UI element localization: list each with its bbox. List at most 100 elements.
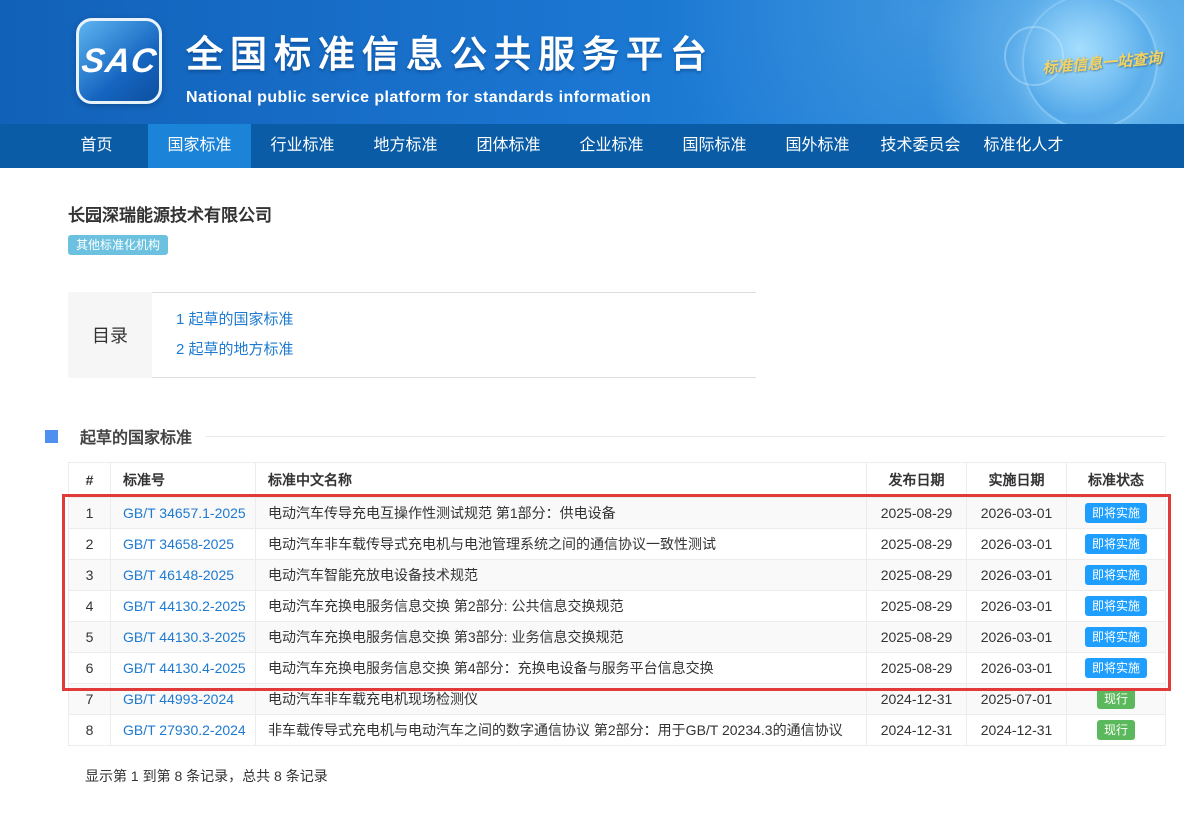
company-name: 长园深瑞能源技术有限公司 <box>68 205 1165 226</box>
status-badge: 即将实施 <box>1085 658 1147 678</box>
nav-item-international-standard[interactable]: 国际标准 <box>663 124 766 168</box>
nav-item-industry-standard[interactable]: 行业标准 <box>251 124 354 168</box>
cell-index: 1 <box>69 498 111 529</box>
page: SAC 全国标准信息公共服务平台 National public service… <box>0 0 1184 786</box>
table-row: 4 GB/T 44130.2-2025 电动汽车充换电服务信息交换 第2部分: 公共… <box>69 591 1166 622</box>
cell-code: GB/T 44130.4-2025 <box>111 653 256 684</box>
cell-status: 即将实施 <box>1067 529 1166 560</box>
cell-index: 4 <box>69 591 111 622</box>
cell-implement-date: 2026-03-01 <box>967 591 1067 622</box>
nav-item-group-standard[interactable]: 团体标准 <box>457 124 560 168</box>
cell-implement-date: 2026-03-01 <box>967 622 1067 653</box>
cell-code: GB/T 27930.2-2024 <box>111 715 256 746</box>
sac-logo-text: SAC <box>79 42 159 81</box>
nav-item-foreign-standard[interactable]: 国外标准 <box>766 124 869 168</box>
toc-links: 1 起草的国家标准2 起草的地方标准 <box>152 292 756 378</box>
column-header-index: # <box>69 463 111 498</box>
cell-status: 即将实施 <box>1067 498 1166 529</box>
site-subtitle: National public service platform for sta… <box>186 89 714 107</box>
table-row: 7GB/T 44993-2024电动汽车非车载充电机现场检测仪2024-12-3… <box>69 684 1166 715</box>
cell-standard-name: 电动汽车传导充电互操作性测试规范 第1部分：供电设备 <box>256 498 867 529</box>
cell-standard-name: 非车载传导式充电机与电动汽车之间的数字通信协议 第2部分：用于GB/T 2023… <box>256 715 867 746</box>
status-badge: 现行 <box>1097 689 1135 709</box>
standard-code-link[interactable]: GB/T 34658-2025 <box>123 536 234 552</box>
org-type-badge: 其他标准化机构 <box>68 235 168 255</box>
standards-table: #标准号标准中文名称发布日期实施日期标准状态 1 GB/T 34657.1-202… <box>68 462 1166 746</box>
section-divider <box>206 436 1165 437</box>
table-row: 2 GB/T 34658-2025 电动汽车非车载传导式充电机与电池管理系统之间的通… <box>69 529 1166 560</box>
status-badge: 即将实施 <box>1085 503 1147 523</box>
section-header: 起草的国家标准 <box>45 426 1165 446</box>
cell-status: 即将实施 <box>1067 591 1166 622</box>
main-nav: 首页国家标准行业标准地方标准团体标准企业标准国际标准国外标准技术委员会标准化人才 <box>0 124 1184 168</box>
toc-link-1[interactable]: 1 起草的国家标准 <box>176 305 756 335</box>
column-header-status: 标准状态 <box>1067 463 1166 498</box>
nav-item-national-standard[interactable]: 国家标准 <box>148 124 251 168</box>
cell-standard-name: 电动汽车充换电服务信息交换 第2部分: 公共信息交换规范 <box>256 591 867 622</box>
status-badge: 即将实施 <box>1085 596 1147 616</box>
status-badge: 即将实施 <box>1085 534 1147 554</box>
records-summary: 显示第 1 到第 8 条记录，总共 8 条记录 <box>68 766 1165 786</box>
standard-code-link[interactable]: GB/T 34657.1-2025 <box>123 505 246 521</box>
cell-index: 5 <box>69 622 111 653</box>
toc-label: 目录 <box>68 292 152 378</box>
cell-publish-date: 2024-12-31 <box>867 684 967 715</box>
cell-status: 即将实施 <box>1067 653 1166 684</box>
cell-publish-date: 2025-08-29 <box>867 622 967 653</box>
main-content: 长园深瑞能源技术有限公司 其他标准化机构 目录 1 起草的国家标准2 起草的地方… <box>0 168 1165 786</box>
cell-standard-name: 电动汽车非车载传导式充电机与电池管理系统之间的通信协议一致性测试 <box>256 529 867 560</box>
cell-code: GB/T 46148-2025 <box>111 560 256 591</box>
cell-index: 6 <box>69 653 111 684</box>
sac-logo: SAC <box>76 18 162 104</box>
standard-code-link[interactable]: GB/T 44130.2-2025 <box>123 598 246 614</box>
cell-standard-name: 电动汽车非车载充电机现场检测仪 <box>256 684 867 715</box>
cell-code: GB/T 44130.3-2025 <box>111 622 256 653</box>
cell-implement-date: 2026-03-01 <box>967 653 1067 684</box>
table-row: 3 GB/T 46148-2025 电动汽车智能充放电设备技术规范2025-08-2… <box>69 560 1166 591</box>
section-title: 起草的国家标准 <box>80 424 192 448</box>
cell-code: GB/T 44130.2-2025 <box>111 591 256 622</box>
cell-status: 现行 <box>1067 684 1166 715</box>
toc-box: 目录 1 起草的国家标准2 起草的地方标准 <box>68 292 756 378</box>
cell-publish-date: 2025-08-29 <box>867 529 967 560</box>
cell-code: GB/T 34657.1-2025 <box>111 498 256 529</box>
cell-status: 现行 <box>1067 715 1166 746</box>
cell-publish-date: 2025-08-29 <box>867 498 967 529</box>
cell-index: 3 <box>69 560 111 591</box>
nav-item-enterprise-standard[interactable]: 企业标准 <box>560 124 663 168</box>
table-row: 1 GB/T 34657.1-2025 电动汽车传导充电互操作性测试规范 第1部分：… <box>69 498 1166 529</box>
header-titles: 全国标准信息公共服务平台 National public service pla… <box>186 24 714 107</box>
cell-implement-date: 2024-12-31 <box>967 715 1067 746</box>
cell-code: GB/T 34658-2025 <box>111 529 256 560</box>
standard-code-link[interactable]: GB/T 44130.3-2025 <box>123 629 246 645</box>
nav-item-local-standard[interactable]: 地方标准 <box>354 124 457 168</box>
cell-status: 即将实施 <box>1067 622 1166 653</box>
cell-publish-date: 2024-12-31 <box>867 715 967 746</box>
standard-code-link[interactable]: GB/T 27930.2-2024 <box>123 722 246 738</box>
cell-status: 即将实施 <box>1067 560 1166 591</box>
status-badge: 即将实施 <box>1085 565 1147 585</box>
standard-code-link[interactable]: GB/T 44993-2024 <box>123 691 234 707</box>
standard-code-link[interactable]: GB/T 46148-2025 <box>123 567 234 583</box>
cell-publish-date: 2025-08-29 <box>867 560 967 591</box>
table-row: 6GB/T 44130.4-2025电动汽车充换电服务信息交换 第4部分：充换电… <box>69 653 1166 684</box>
section-marker-icon <box>45 430 58 443</box>
nav-item-technical-committee[interactable]: 技术委员会 <box>869 124 972 168</box>
nav-item-standardization-talent[interactable]: 标准化人才 <box>972 124 1075 168</box>
site-header: SAC 全国标准信息公共服务平台 National public service… <box>0 0 1184 124</box>
cell-implement-date: 2026-03-01 <box>967 560 1067 591</box>
column-header-code: 标准号 <box>111 463 256 498</box>
cell-index: 8 <box>69 715 111 746</box>
table-header-row: #标准号标准中文名称发布日期实施日期标准状态 <box>69 463 1166 498</box>
status-badge: 现行 <box>1097 720 1135 740</box>
cell-index: 2 <box>69 529 111 560</box>
cell-standard-name: 电动汽车智能充放电设备技术规范 <box>256 560 867 591</box>
site-title: 全国标准信息公共服务平台 <box>186 24 714 78</box>
cell-implement-date: 2026-03-01 <box>967 529 1067 560</box>
standards-table-body: 1 GB/T 34657.1-2025 电动汽车传导充电互操作性测试规范 第1部分：… <box>69 498 1166 746</box>
nav-item-home[interactable]: 首页 <box>45 124 148 168</box>
toc-link-2[interactable]: 2 起草的地方标准 <box>176 335 756 365</box>
column-header-implement-date: 实施日期 <box>967 463 1067 498</box>
cell-implement-date: 2025-07-01 <box>967 684 1067 715</box>
standard-code-link[interactable]: GB/T 44130.4-2025 <box>123 660 246 676</box>
